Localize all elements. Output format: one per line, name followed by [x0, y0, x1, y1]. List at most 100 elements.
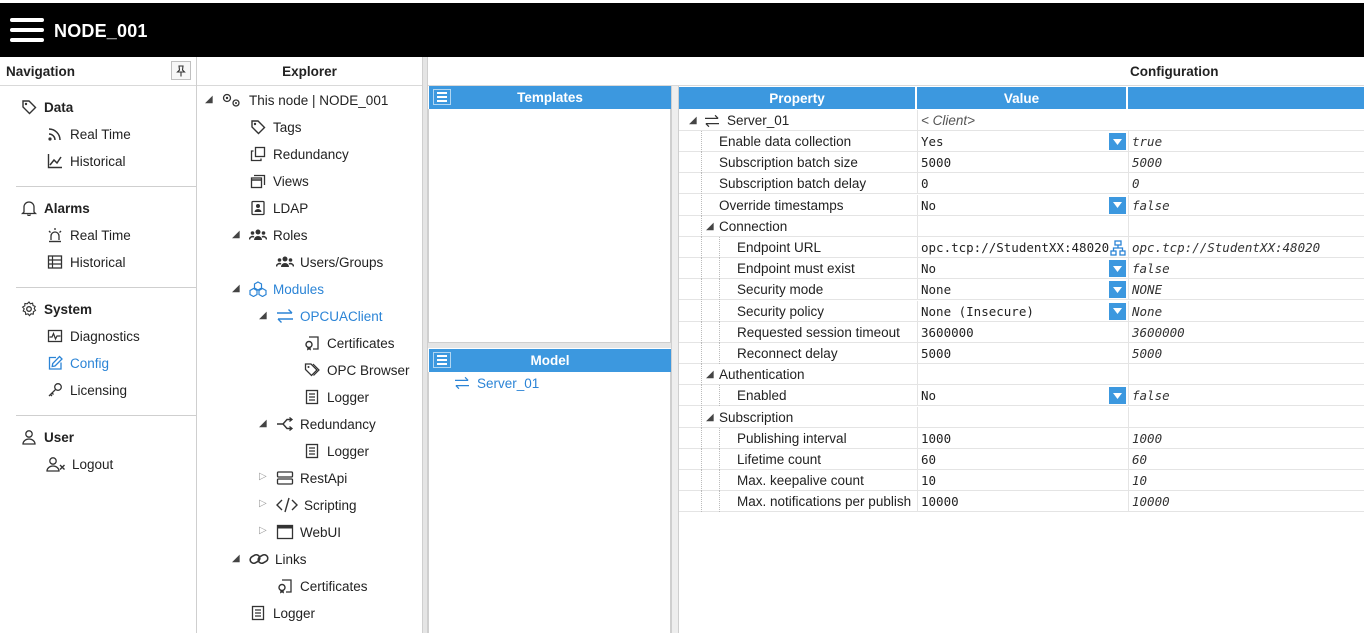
- dropdown-arrow-icon[interactable]: [1109, 281, 1126, 299]
- grid-category-row[interactable]: ◢ Connection: [679, 215, 1364, 237]
- grid-value-cell[interactable]: None: [917, 279, 1128, 301]
- nav-group-system[interactable]: System: [20, 298, 92, 320]
- certificate-icon: [303, 334, 321, 352]
- grid-category-row[interactable]: ◢ Subscription: [679, 406, 1364, 428]
- expand-arrow-icon[interactable]: ▷: [259, 526, 269, 536]
- tree-node-restapi[interactable]: RestApi: [276, 467, 347, 489]
- grid-row[interactable]: Endpoint must exist No false: [679, 258, 1364, 280]
- grid-row[interactable]: Subscription batch delay 0 0: [679, 173, 1364, 195]
- expand-arrow-icon[interactable]: ▷: [259, 472, 269, 482]
- nav-item-data-historical[interactable]: Historical: [46, 150, 126, 172]
- nav-item-config[interactable]: Config: [46, 352, 109, 374]
- grid-row[interactable]: Max. notifications per publish 10000 10000: [679, 491, 1364, 513]
- tree-node-module-redundancy[interactable]: Redundancy: [276, 413, 376, 435]
- nav-group-alarms[interactable]: Alarms: [20, 197, 90, 219]
- grid-row[interactable]: Security mode None NONE: [679, 279, 1364, 301]
- hamburger-menu-icon[interactable]: [10, 18, 44, 44]
- tree-node-opcuaclient[interactable]: OPCUAClient: [276, 305, 383, 327]
- grid-value-cell[interactable]: None (Insecure): [917, 300, 1128, 322]
- grid-row[interactable]: Subscription batch size 5000 5000: [679, 152, 1364, 174]
- nav-item-diagnostics[interactable]: Diagnostics: [46, 325, 140, 347]
- tree-node-root[interactable]: This node | NODE_001: [221, 89, 388, 111]
- collapse-arrow-icon[interactable]: ◢: [232, 230, 242, 240]
- expand-arrow-icon[interactable]: ▷: [259, 499, 269, 509]
- grid-value-cell: [917, 215, 1128, 237]
- tree-node-redundancy[interactable]: Redundancy: [249, 143, 349, 165]
- nav-item-licensing[interactable]: Licensing: [46, 379, 127, 401]
- model-node-label: Server_01: [477, 375, 540, 391]
- collapse-arrow-icon[interactable]: ◢: [232, 554, 242, 564]
- dropdown-arrow-icon[interactable]: [1109, 196, 1126, 214]
- grid-row[interactable]: Requested session timeout 3600000 3600000: [679, 321, 1364, 343]
- grid-value-cell[interactable]: Yes: [917, 131, 1128, 152]
- grid-row[interactable]: Publishing interval 1000 1000: [679, 427, 1364, 449]
- grid-row[interactable]: Reconnect delay 5000 5000: [679, 343, 1364, 364]
- nav-item-alarms-realtime[interactable]: Real Time: [46, 224, 131, 246]
- server-icon: [276, 469, 294, 487]
- grid-value-cell[interactable]: 5000: [917, 152, 1128, 174]
- nav-item-data-realtime[interactable]: Real Time: [46, 123, 131, 145]
- grid-value-cell[interactable]: 5000: [917, 343, 1128, 364]
- grid-row[interactable]: Endpoint URL opc.tcp://StudentXX:48020 opc…: [679, 237, 1364, 258]
- model-node-server[interactable]: Server_01: [453, 372, 539, 394]
- dropdown-arrow-icon[interactable]: [1109, 260, 1126, 278]
- grid-value-cell[interactable]: 10000: [917, 491, 1128, 513]
- grid-value-cell[interactable]: opc.tcp://StudentXX:48020: [917, 237, 1128, 258]
- nav-item-alarms-historical[interactable]: Historical: [46, 251, 126, 273]
- grid-header-property[interactable]: Property: [679, 87, 917, 109]
- grid-value-cell[interactable]: No: [917, 194, 1128, 216]
- grid-value-cell[interactable]: 0: [917, 173, 1128, 195]
- collapse-arrow-icon[interactable]: ◢: [689, 115, 697, 126]
- grid-value-cell[interactable]: 10: [917, 470, 1128, 492]
- tree-node-certificates[interactable]: Certificates: [303, 332, 395, 354]
- tree-node-views[interactable]: Views: [249, 170, 309, 192]
- collapse-arrow-icon[interactable]: ◢: [706, 221, 714, 232]
- grid-row[interactable]: Enabled No false: [679, 385, 1364, 407]
- tree-node-scripting[interactable]: Scripting: [276, 494, 357, 516]
- tree-node-links[interactable]: Links: [249, 548, 307, 570]
- nav-item-logout[interactable]: Logout: [46, 453, 113, 475]
- tree-node-redundancy-logger[interactable]: Logger: [303, 440, 369, 462]
- grid-row[interactable]: Enable data collection Yes true: [679, 131, 1364, 152]
- grid-value-cell[interactable]: 3600000: [917, 321, 1128, 343]
- nav-group-user[interactable]: User: [20, 426, 74, 448]
- network-browse-icon[interactable]: [1109, 239, 1126, 256]
- templates-model-splitter[interactable]: [428, 342, 671, 348]
- collapse-arrow-icon[interactable]: ◢: [259, 311, 269, 321]
- templates-menu-icon[interactable]: [433, 89, 451, 105]
- grid-category-row[interactable]: ◢ Authentication: [679, 364, 1364, 386]
- grid-header-value[interactable]: Value: [917, 87, 1128, 109]
- collapse-arrow-icon[interactable]: ◢: [706, 369, 714, 380]
- grid-value-cell[interactable]: 60: [917, 449, 1128, 470]
- tree-node-ldap[interactable]: LDAP: [249, 197, 308, 219]
- grid-value-cell[interactable]: No: [917, 385, 1128, 407]
- grid-row[interactable]: Security policy None (Insecure) None: [679, 300, 1364, 322]
- dropdown-arrow-icon[interactable]: [1109, 302, 1126, 320]
- nav-group-data[interactable]: Data: [20, 96, 73, 118]
- collapse-arrow-icon[interactable]: ◢: [259, 419, 269, 429]
- tree-node-logger[interactable]: Logger: [303, 386, 369, 408]
- grid-row[interactable]: Override timestamps No false: [679, 194, 1364, 216]
- tree-node-links-certificates[interactable]: Certificates: [276, 575, 368, 597]
- tree-node-root-logger[interactable]: Logger: [249, 602, 315, 624]
- grid-row[interactable]: Max. keepalive count 10 10: [679, 470, 1364, 492]
- grid-value-cell[interactable]: No: [917, 258, 1128, 280]
- pin-icon[interactable]: [171, 61, 191, 80]
- collapse-arrow-icon[interactable]: ◢: [232, 284, 242, 294]
- tree-node-roles[interactable]: Roles: [249, 224, 308, 246]
- tree-node-opc-browser[interactable]: OPC Browser: [303, 359, 410, 381]
- grid-value-cell[interactable]: 1000: [917, 427, 1128, 449]
- tree-node-webui[interactable]: WebUI: [276, 521, 341, 543]
- dropdown-arrow-icon[interactable]: [1109, 387, 1126, 405]
- grid-row-root[interactable]: ◢ Server_01 < Client>: [679, 110, 1364, 131]
- gear-icon: [20, 300, 38, 318]
- collapse-arrow-icon[interactable]: ◢: [706, 412, 714, 423]
- tree-node-tags[interactable]: Tags: [249, 116, 302, 138]
- tree-node-modules[interactable]: Modules: [249, 278, 324, 300]
- model-grid-splitter[interactable]: [671, 86, 679, 633]
- tree-node-users-groups[interactable]: Users/Groups: [276, 251, 383, 273]
- dropdown-arrow-icon[interactable]: [1109, 133, 1126, 150]
- grid-row[interactable]: Lifetime count 60 60: [679, 449, 1364, 470]
- model-menu-icon[interactable]: [433, 352, 451, 368]
- collapse-arrow-icon[interactable]: ◢: [205, 95, 215, 105]
